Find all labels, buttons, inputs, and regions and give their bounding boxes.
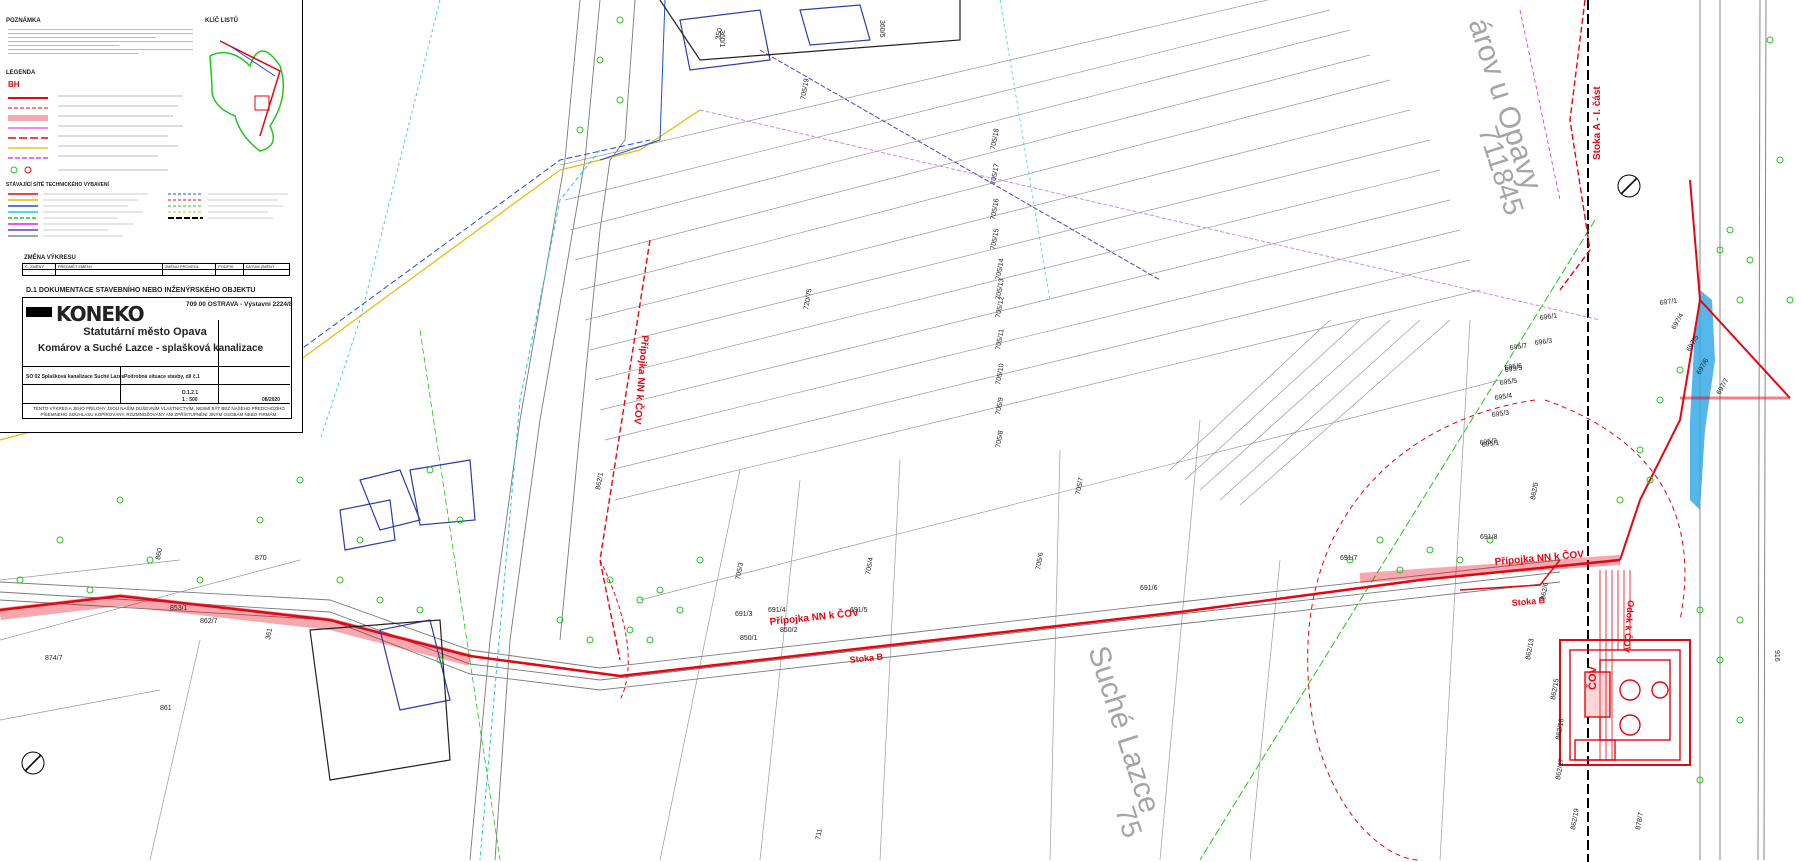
parcel-number: 695/7 (1509, 343, 1527, 352)
legend-symbols (8, 95, 183, 174)
parcel-number: 862/1 (595, 472, 605, 491)
parcel-number: 361 (265, 628, 274, 641)
parcel-number: 705/11 (995, 328, 1006, 350)
parcel-number: 691/5 (850, 607, 868, 614)
parcel-number: 862/6 (1540, 582, 1550, 601)
parcel-number: 860 (155, 548, 164, 561)
parcel-number: 691/4 (768, 607, 786, 614)
existing-heading: STÁVAJÍCÍ SÍTĚ TECHNICKÉHO VYBAVENÍ (6, 182, 109, 188)
parcel-number: 850/1 (740, 635, 758, 642)
parcel-number: 705/18 (990, 128, 1001, 150)
parcel-number: 705/15 (990, 228, 1001, 250)
parcel-number: 850/2 (780, 627, 798, 634)
parcel-number: 691/6 (1140, 585, 1158, 592)
parcel-number: 862/7 (200, 618, 218, 625)
parcel-number: 695/5 (1499, 378, 1517, 387)
parcel-number: 691/3 (735, 611, 753, 618)
document-title: D.1 DOKUMENTACE STAVEBNÍHO NEBO INŽENÝRS… (26, 287, 256, 294)
parcel-number: 360/5 (878, 20, 885, 38)
parcel-number: 705/17 (990, 163, 1001, 185)
parcel-number: 711 (815, 828, 824, 840)
parcel-number: 691/8 (1480, 534, 1498, 541)
parcel-number: 862/19 (1570, 808, 1581, 830)
title-block: POZNÁMKA KLÍČ LISTŮ LEGENDA BH STÁVAJÍCÍ… (0, 0, 303, 433)
sheet-number: D.1.2.1 (182, 390, 199, 396)
parcel-number: 861 (160, 705, 172, 712)
label-cov: ČOV (1586, 666, 1599, 691)
parcel-number: 697/7 (1716, 377, 1731, 396)
parcel-number: 695/3 (1491, 410, 1509, 419)
company-logo-mark (26, 307, 52, 317)
label-pripojka-top: Přípojka NN k ČOV (631, 335, 652, 426)
parcel-number: 874/7 (45, 655, 63, 662)
company-address: 709 00 OSTRAVA - Výstavní 2224/8 (186, 301, 293, 308)
parcel-number: 705/6 (1035, 552, 1045, 571)
change-heading: ZMĚNA VÝKRESU (24, 255, 76, 261)
parcel-number: 705/14 (995, 258, 1006, 280)
parcel-number: 697/1 (1659, 298, 1677, 307)
cov-hatching (1599, 570, 1631, 760)
parcel-number: 705/7 (1075, 477, 1085, 496)
parcel-number: 853/1 (170, 605, 188, 612)
notes-heading: POZNÁMKA (6, 18, 41, 24)
parcel-number: 862/13 (1525, 638, 1536, 660)
key-map (209, 40, 285, 152)
parcel-number: 705/19 (800, 78, 811, 100)
company-logo: KONEKO (56, 302, 145, 326)
area-suche: Suché Lazce (1081, 642, 1166, 817)
key-map-heading: KLÍČ LISTŮ (205, 18, 238, 24)
stream (1690, 290, 1715, 510)
parcel-number: 691/7 (1340, 555, 1358, 562)
parcel-number: 862/16 (1555, 718, 1566, 740)
map-drawing: árov u Opavy 711845 Suché Lazce 75 Stoka… (0, 0, 1801, 862)
label-stoka-b-mid: Stoka B (849, 651, 884, 665)
parcel-number: 870 (255, 555, 267, 562)
change-table: Č. ZMĚNY PŘEDMĚT ZMĚNY ZMĚNU PROVEDL POD… (22, 263, 291, 276)
parcel-number: 705/16 (990, 198, 1001, 220)
legend-bh: BH (8, 80, 20, 89)
parcel-number: 696/3 (1534, 338, 1552, 347)
parcel-number: 705/3 (735, 562, 745, 581)
parcel-number: 695/5 (1504, 365, 1522, 374)
project-name: Komárov a Suché Lazce - splašková kanali… (38, 343, 264, 354)
parcel-number: 705/9 (995, 397, 1005, 416)
object-code: SO 02 Splašková kanalizace Suché Lazce (26, 374, 125, 380)
parcel-number: 695/4 (1494, 393, 1512, 402)
parcel-number: 916 (1773, 650, 1780, 662)
copyright-footer: TENTO VÝKRES A JEHO PŘÍLOHY JSOU NAŠÍM D… (33, 406, 285, 417)
parcel-number: 705/8 (995, 430, 1005, 449)
parcel-number: 697/4 (1671, 312, 1686, 331)
notes-text-lines (8, 26, 193, 57)
drawing-name: Podrobná situace stavby, díl č.1 (124, 374, 200, 380)
label-stoka-a: Stoka A - I. část (1592, 86, 1603, 160)
parcel-number: 720/75 (803, 288, 814, 310)
buildings (339, 4, 871, 711)
existing-legend (8, 193, 288, 237)
parcel-number: 705/4 (865, 557, 875, 576)
parcel-number: 878/7 (1635, 812, 1645, 831)
parcel-number: 862/17 (1555, 758, 1566, 780)
design-labels: Stoka A - I. část Přípojka NN k ČOV Příp… (631, 86, 1637, 690)
parcel-number: 705/10 (995, 363, 1006, 385)
parcel-number: 862/5 (1530, 482, 1540, 501)
parcel-number: 696/1 (1539, 313, 1557, 322)
legend-heading: LEGENDA (6, 70, 36, 76)
